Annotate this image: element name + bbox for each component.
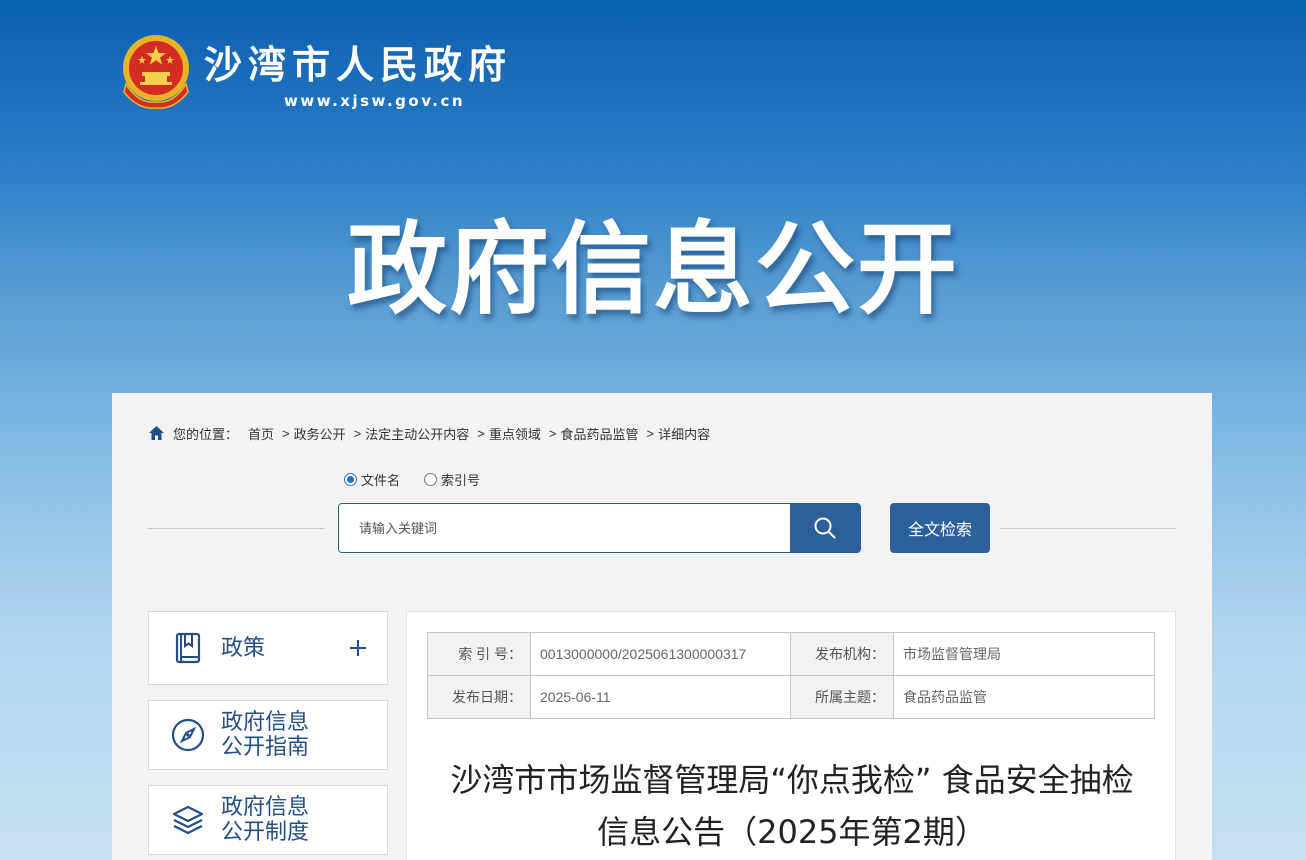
meta-index-label: 索 引 号： bbox=[427, 632, 531, 676]
meta-org-value: 市场监督管理局 bbox=[893, 632, 1155, 676]
sidebar-item-label: 政府信息 公开制度 bbox=[221, 795, 310, 845]
meta-index-value: 0013000000/2025061300000317 bbox=[530, 632, 791, 676]
breadcrumb-food-drug[interactable]: 食品药品监管 bbox=[560, 424, 638, 443]
breadcrumb-key-areas[interactable]: 重点领域 bbox=[489, 424, 541, 443]
sidebar-item-label: 政策 bbox=[221, 635, 266, 661]
search-type-options: 文件名 索引号 bbox=[344, 470, 504, 489]
radio-filename[interactable] bbox=[344, 473, 357, 486]
document-card: 索 引 号： 0013000000/2025061300000317 发布机构：… bbox=[406, 611, 1176, 860]
table-row: 索 引 号： 0013000000/2025061300000317 发布机构：… bbox=[427, 632, 1155, 676]
breadcrumb-statutory[interactable]: 法定主动公开内容 bbox=[365, 424, 469, 443]
radio-index[interactable] bbox=[424, 473, 438, 486]
sidebar-item-policy[interactable]: 政策 bbox=[148, 611, 388, 685]
breadcrumb-separator: > bbox=[548, 425, 557, 441]
divider-left bbox=[148, 528, 324, 529]
meta-topic-value: 食品药品监管 bbox=[893, 675, 1155, 719]
meta-date-label: 发布日期： bbox=[427, 675, 531, 719]
sidebar-item-system[interactable]: 政府信息 公开制度 bbox=[148, 785, 388, 855]
layers-icon bbox=[172, 805, 204, 835]
site-url[interactable]: www.xjsw.gov.cn bbox=[284, 92, 465, 110]
search-icon bbox=[814, 517, 836, 539]
plus-icon[interactable] bbox=[349, 639, 367, 657]
site-name[interactable]: 沙湾市人民政府 bbox=[204, 34, 512, 89]
meta-org-label: 发布机构： bbox=[790, 632, 894, 676]
sidebar-item-label: 政府信息 公开指南 bbox=[221, 710, 310, 760]
radio-filename-label[interactable]: 文件名 bbox=[361, 470, 400, 489]
book-icon bbox=[175, 632, 201, 664]
search-box bbox=[338, 503, 861, 553]
meta-topic-label: 所属主题： bbox=[790, 675, 894, 719]
breadcrumb-home[interactable]: 首页 bbox=[248, 424, 274, 443]
table-row: 发布日期： 2025-06-11 所属主题： 食品药品监管 bbox=[427, 675, 1155, 719]
content-panel: 您的位置： 首页 > 政务公开 > 法定主动公开内容 > 重点领域 > 食品药品… bbox=[112, 393, 1212, 860]
breadcrumb-separator: > bbox=[477, 425, 485, 441]
hero-title: 政府信息公开 bbox=[347, 211, 959, 328]
divider-right bbox=[1000, 528, 1176, 529]
breadcrumb-gov-affairs[interactable]: 政务公开 bbox=[294, 424, 346, 443]
compass-icon bbox=[171, 718, 205, 752]
home-icon bbox=[149, 426, 164, 440]
national-emblem-icon bbox=[123, 35, 189, 109]
radio-option-index[interactable]: 索引号 bbox=[424, 470, 480, 489]
radio-index-label[interactable]: 索引号 bbox=[441, 470, 480, 489]
document-meta-table: 索 引 号： 0013000000/2025061300000317 发布机构：… bbox=[427, 632, 1155, 719]
breadcrumb-separator: > bbox=[646, 425, 655, 441]
search-button[interactable] bbox=[790, 504, 860, 552]
fulltext-search-button[interactable]: 全文检索 bbox=[890, 503, 990, 553]
document-title: 沙湾市市场监督管理局“你点我检” 食品安全抽检信息公告（2025年第2期） bbox=[450, 761, 1134, 851]
breadcrumb-separator: > bbox=[353, 425, 362, 441]
search-input[interactable] bbox=[339, 504, 790, 552]
radio-option-filename[interactable]: 文件名 bbox=[344, 470, 400, 489]
breadcrumb-label: 您的位置： bbox=[173, 426, 239, 442]
meta-date-value: 2025-06-11 bbox=[530, 675, 791, 719]
breadcrumb-current: 详细内容 bbox=[658, 426, 711, 442]
breadcrumb: 您的位置： 首页 > 政务公开 > 法定主动公开内容 > 重点领域 > 食品药品… bbox=[148, 424, 716, 442]
breadcrumb-separator: > bbox=[282, 425, 290, 441]
sidebar-item-guide[interactable]: 政府信息 公开指南 bbox=[148, 700, 388, 770]
